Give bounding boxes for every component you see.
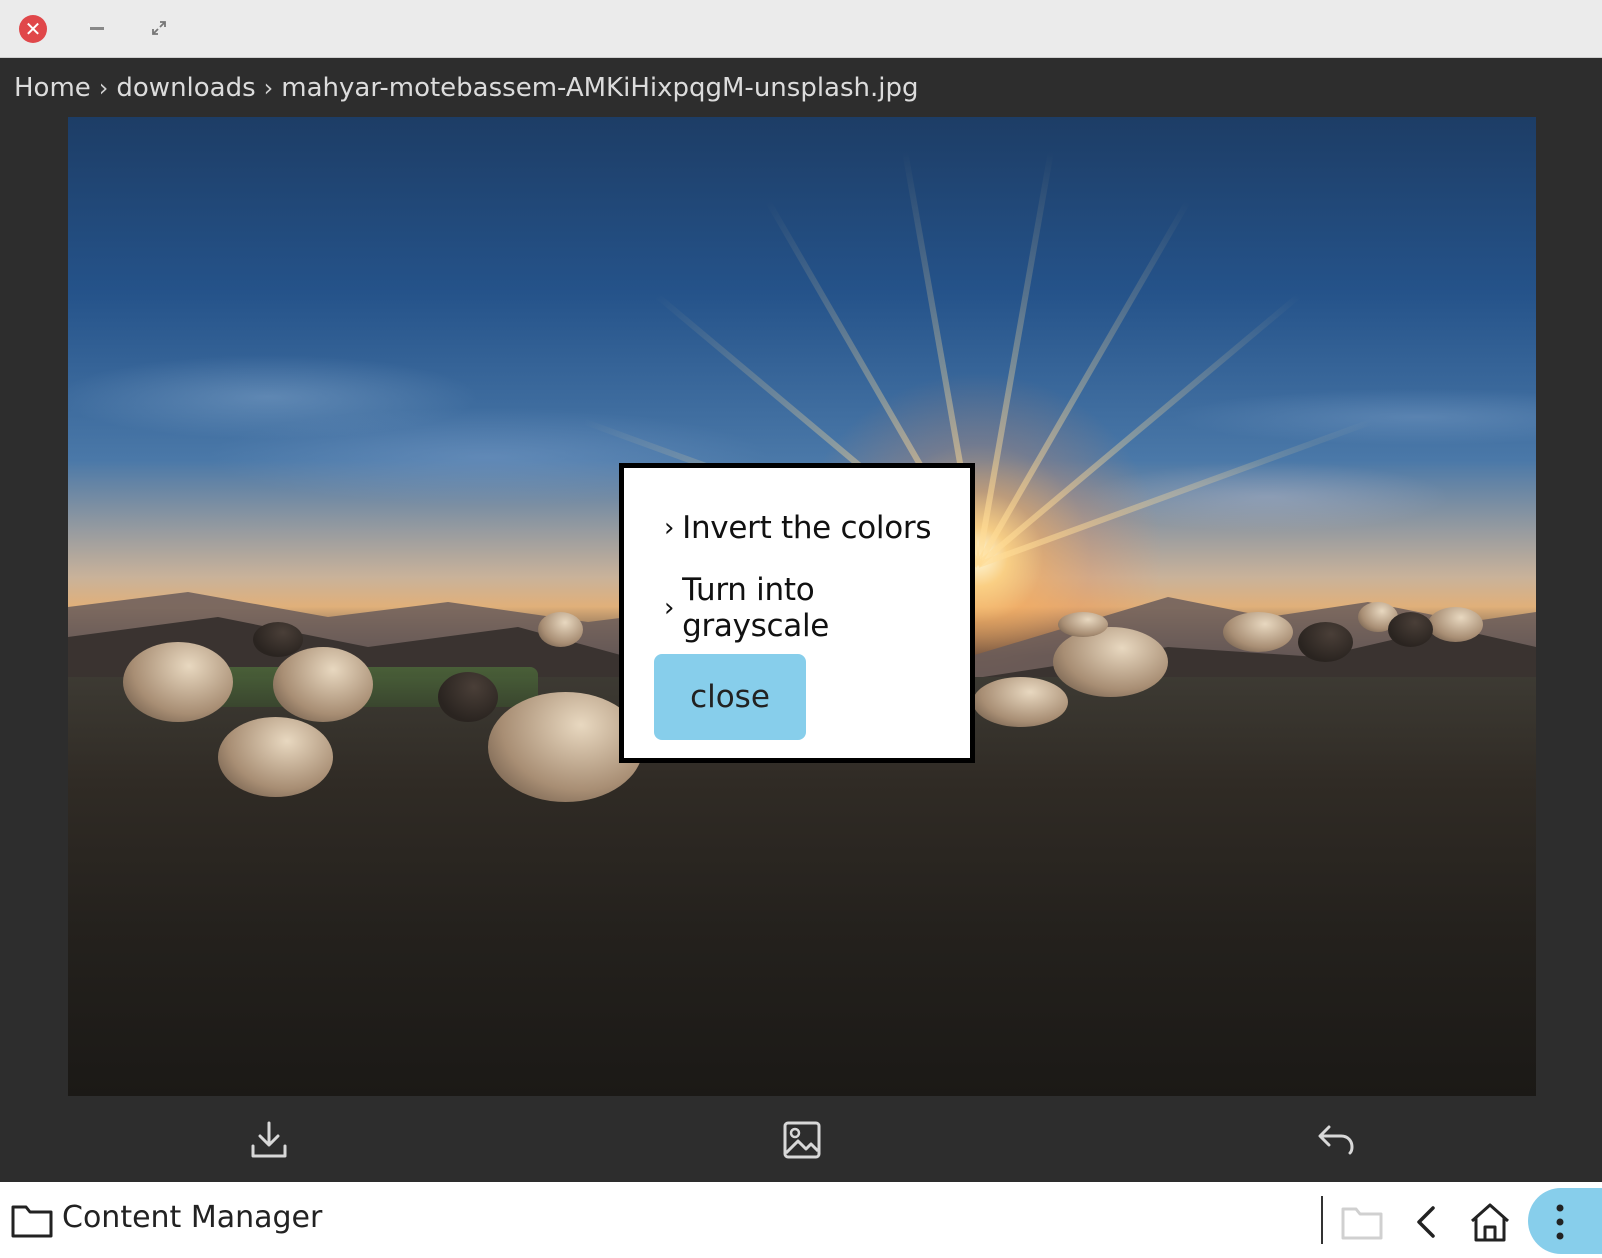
chevron-right-icon: ›	[664, 513, 675, 543]
close-icon: ✕	[24, 17, 42, 41]
content-manager-window: ✕ Home › downloads › mahyar-motebassem-A…	[0, 0, 1602, 1258]
sheep	[1298, 622, 1353, 662]
app-title: Content Manager	[62, 1200, 323, 1235]
grayscale-option[interactable]: › Turn into grayscale	[664, 572, 970, 644]
sheep	[218, 717, 333, 797]
title-bar: ✕	[0, 0, 1602, 58]
breadcrumb-separator: ›	[98, 74, 109, 102]
folder-icon	[11, 1205, 53, 1238]
window-minimize-button[interactable]	[90, 27, 104, 30]
sheep	[438, 672, 498, 722]
image-icon[interactable]	[780, 1118, 824, 1162]
more-vertical-icon	[1556, 1204, 1564, 1240]
sheep	[538, 612, 583, 647]
image-actions-dialog: › Invert the colors › Turn into grayscal…	[619, 463, 975, 763]
image-toolbar	[0, 1096, 1602, 1182]
breadcrumb-file: mahyar-motebassem-AMKiHixpqgM-unsplash.j…	[281, 73, 919, 103]
sheep	[273, 647, 373, 722]
sheep	[1388, 612, 1433, 647]
folder-disabled-icon	[1341, 1207, 1383, 1240]
window-close-button[interactable]: ✕	[19, 15, 47, 43]
sheep	[973, 677, 1068, 727]
sheep	[1428, 607, 1483, 642]
window-maximize-button[interactable]	[151, 20, 167, 36]
sheep	[123, 642, 233, 722]
invert-colors-label: Invert the colors	[682, 510, 932, 546]
grayscale-label: Turn into grayscale	[682, 572, 830, 644]
sheep	[1223, 612, 1293, 652]
chevron-right-icon: ›	[664, 593, 675, 623]
invert-colors-option[interactable]: › Invert the colors	[664, 510, 931, 546]
breadcrumb-separator: ›	[263, 74, 274, 102]
download-icon[interactable]	[247, 1118, 291, 1162]
sheep	[1053, 627, 1168, 697]
more-menu-button[interactable]	[1528, 1188, 1602, 1254]
back-icon[interactable]	[1405, 1200, 1449, 1244]
undo-icon[interactable]	[1313, 1118, 1357, 1162]
sheep	[253, 622, 303, 657]
divider	[1321, 1196, 1323, 1244]
bottom-bar: Content Manager	[0, 1182, 1602, 1258]
breadcrumb-home[interactable]: Home	[14, 73, 91, 103]
breadcrumb-downloads[interactable]: downloads	[116, 73, 255, 103]
home-icon[interactable]	[1468, 1200, 1512, 1244]
close-button[interactable]: close	[654, 654, 806, 740]
breadcrumb: Home › downloads › mahyar-motebassem-AMK…	[14, 70, 919, 106]
sheep	[1058, 612, 1108, 637]
